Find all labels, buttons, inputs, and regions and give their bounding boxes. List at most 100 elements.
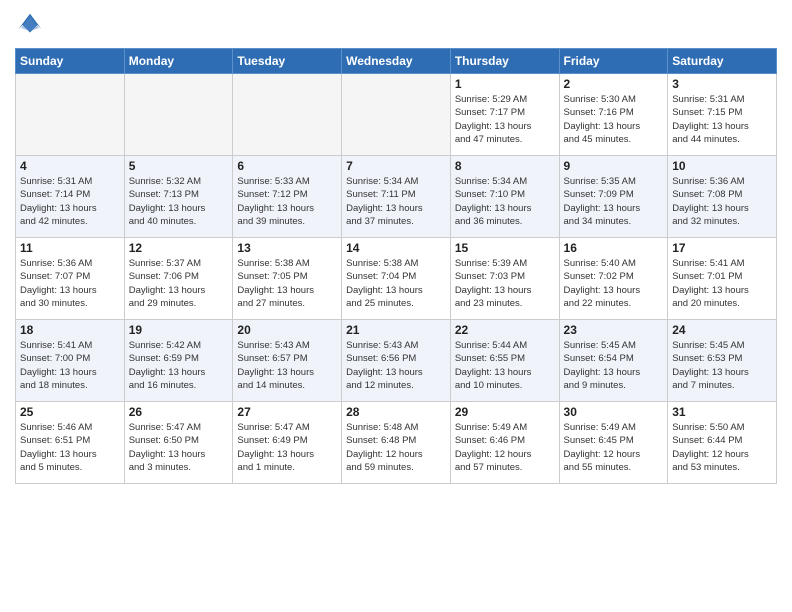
day-number: 14: [346, 241, 446, 255]
day-number: 24: [672, 323, 772, 337]
day-info: Sunrise: 5:41 AM Sunset: 7:00 PM Dayligh…: [20, 339, 120, 392]
day-number: 11: [20, 241, 120, 255]
day-info: Sunrise: 5:44 AM Sunset: 6:55 PM Dayligh…: [455, 339, 555, 392]
day-number: 25: [20, 405, 120, 419]
calendar-cell: [124, 74, 233, 156]
day-number: 8: [455, 159, 555, 173]
calendar-cell: 7Sunrise: 5:34 AM Sunset: 7:11 PM Daylig…: [342, 156, 451, 238]
calendar-cell: 19 Sunrise: 5:42 AM Sunset: 6:59 PM Dayli…: [124, 320, 233, 402]
weekday-header-saturday: Saturday: [668, 49, 777, 74]
day-number: 2: [564, 77, 664, 91]
calendar-cell: 21Sunrise: 5:43 AM Sunset: 6:56 PM Dayli…: [342, 320, 451, 402]
calendar-cell: 27 Sunrise: 5:47 AM Sunset: 6:49 PM Dayli…: [233, 402, 342, 484]
day-number: 20: [237, 323, 337, 337]
week-row-4: 18 Sunrise: 5:41 AM Sunset: 7:00 PM Dayli…: [16, 320, 777, 402]
weekday-header-wednesday: Wednesday: [342, 49, 451, 74]
day-number: 26: [129, 405, 229, 419]
day-number: 22: [455, 323, 555, 337]
weekday-header-tuesday: Tuesday: [233, 49, 342, 74]
calendar-cell: 3 Sunrise: 5:31 AM Sunset: 7:15 PM Daylig…: [668, 74, 777, 156]
calendar: SundayMondayTuesdayWednesdayThursdayFrid…: [15, 48, 777, 484]
day-info: Sunrise: 5:33 AM Sunset: 7:12 PM Dayligh…: [237, 175, 337, 228]
day-number: 18: [20, 323, 120, 337]
day-number: 29: [455, 405, 555, 419]
day-info: Sunrise: 5:45 AM Sunset: 6:53 PM Dayligh…: [672, 339, 772, 392]
calendar-cell: [16, 74, 125, 156]
calendar-cell: 31 Sunrise: 5:50 AM Sunset: 6:44 PM Dayli…: [668, 402, 777, 484]
day-info: Sunrise: 5:47 AM Sunset: 6:50 PM Dayligh…: [129, 421, 229, 474]
week-row-3: 11 Sunrise: 5:36 AM Sunset: 7:07 PM Dayli…: [16, 238, 777, 320]
calendar-cell: 25 Sunrise: 5:46 AM Sunset: 6:51 PM Dayli…: [16, 402, 125, 484]
day-info: Sunrise: 5:36 AM Sunset: 7:08 PM Dayligh…: [672, 175, 772, 228]
day-info: Sunrise: 5:32 AM Sunset: 7:13 PM Dayligh…: [129, 175, 229, 228]
week-row-1: 1 Sunrise: 5:29 AM Sunset: 7:17 PM Daylig…: [16, 74, 777, 156]
calendar-cell: [233, 74, 342, 156]
calendar-cell: 5 Sunrise: 5:32 AM Sunset: 7:13 PM Daylig…: [124, 156, 233, 238]
day-info: Sunrise: 5:36 AM Sunset: 7:07 PM Dayligh…: [20, 257, 120, 310]
day-info: Sunrise: 5:42 AM Sunset: 6:59 PM Dayligh…: [129, 339, 229, 392]
calendar-cell: 6 Sunrise: 5:33 AM Sunset: 7:12 PM Daylig…: [233, 156, 342, 238]
day-info: Sunrise: 5:34 AM Sunset: 7:10 PM Dayligh…: [455, 175, 555, 228]
calendar-cell: 9Sunrise: 5:35 AM Sunset: 7:09 PM Daylig…: [559, 156, 668, 238]
day-info: Sunrise: 5:49 AM Sunset: 6:45 PM Dayligh…: [564, 421, 664, 474]
weekday-header-monday: Monday: [124, 49, 233, 74]
calendar-cell: 18 Sunrise: 5:41 AM Sunset: 7:00 PM Dayli…: [16, 320, 125, 402]
day-info: Sunrise: 5:47 AM Sunset: 6:49 PM Dayligh…: [237, 421, 337, 474]
day-number: 10: [672, 159, 772, 173]
calendar-cell: 15Sunrise: 5:39 AM Sunset: 7:03 PM Dayli…: [450, 238, 559, 320]
day-info: Sunrise: 5:49 AM Sunset: 6:46 PM Dayligh…: [455, 421, 555, 474]
calendar-cell: 12 Sunrise: 5:37 AM Sunset: 7:06 PM Dayli…: [124, 238, 233, 320]
day-info: Sunrise: 5:40 AM Sunset: 7:02 PM Dayligh…: [564, 257, 664, 310]
day-info: Sunrise: 5:48 AM Sunset: 6:48 PM Dayligh…: [346, 421, 446, 474]
calendar-cell: 16 Sunrise: 5:40 AM Sunset: 7:02 PM Dayli…: [559, 238, 668, 320]
day-number: 21: [346, 323, 446, 337]
day-info: Sunrise: 5:41 AM Sunset: 7:01 PM Dayligh…: [672, 257, 772, 310]
calendar-cell: 2 Sunrise: 5:30 AM Sunset: 7:16 PM Daylig…: [559, 74, 668, 156]
day-info: Sunrise: 5:50 AM Sunset: 6:44 PM Dayligh…: [672, 421, 772, 474]
day-number: 30: [564, 405, 664, 419]
calendar-cell: 24 Sunrise: 5:45 AM Sunset: 6:53 PM Dayli…: [668, 320, 777, 402]
day-info: Sunrise: 5:46 AM Sunset: 6:51 PM Dayligh…: [20, 421, 120, 474]
day-info: Sunrise: 5:39 AM Sunset: 7:03 PM Dayligh…: [455, 257, 555, 310]
day-info: Sunrise: 5:29 AM Sunset: 7:17 PM Dayligh…: [455, 93, 555, 146]
day-info: Sunrise: 5:31 AM Sunset: 7:14 PM Dayligh…: [20, 175, 120, 228]
day-number: 19: [129, 323, 229, 337]
day-number: 1: [455, 77, 555, 91]
calendar-cell: 10 Sunrise: 5:36 AM Sunset: 7:08 PM Dayli…: [668, 156, 777, 238]
day-number: 4: [20, 159, 120, 173]
day-info: Sunrise: 5:31 AM Sunset: 7:15 PM Dayligh…: [672, 93, 772, 146]
day-info: Sunrise: 5:38 AM Sunset: 7:05 PM Dayligh…: [237, 257, 337, 310]
day-info: Sunrise: 5:43 AM Sunset: 6:57 PM Dayligh…: [237, 339, 337, 392]
calendar-cell: 8 Sunrise: 5:34 AM Sunset: 7:10 PM Daylig…: [450, 156, 559, 238]
calendar-cell: 17 Sunrise: 5:41 AM Sunset: 7:01 PM Dayli…: [668, 238, 777, 320]
calendar-cell: 1 Sunrise: 5:29 AM Sunset: 7:17 PM Daylig…: [450, 74, 559, 156]
day-number: 6: [237, 159, 337, 173]
day-info: Sunrise: 5:45 AM Sunset: 6:54 PM Dayligh…: [564, 339, 664, 392]
day-info: Sunrise: 5:30 AM Sunset: 7:16 PM Dayligh…: [564, 93, 664, 146]
calendar-cell: 22 Sunrise: 5:44 AM Sunset: 6:55 PM Dayli…: [450, 320, 559, 402]
day-number: 16: [564, 241, 664, 255]
calendar-cell: [342, 74, 451, 156]
week-row-5: 25 Sunrise: 5:46 AM Sunset: 6:51 PM Dayli…: [16, 402, 777, 484]
calendar-cell: 28 Sunrise: 5:48 AM Sunset: 6:48 PM Dayli…: [342, 402, 451, 484]
day-info: Sunrise: 5:37 AM Sunset: 7:06 PM Dayligh…: [129, 257, 229, 310]
day-number: 5: [129, 159, 229, 173]
day-number: 17: [672, 241, 772, 255]
day-info: Sunrise: 5:35 AM Sunset: 7:09 PM Dayligh…: [564, 175, 664, 228]
weekday-header-sunday: Sunday: [16, 49, 125, 74]
calendar-cell: 20 Sunrise: 5:43 AM Sunset: 6:57 PM Dayli…: [233, 320, 342, 402]
calendar-cell: 14 Sunrise: 5:38 AM Sunset: 7:04 PM Dayli…: [342, 238, 451, 320]
day-number: 27: [237, 405, 337, 419]
day-number: 28: [346, 405, 446, 419]
page: SundayMondayTuesdayWednesdayThursdayFrid…: [0, 0, 792, 612]
calendar-cell: 29 Sunrise: 5:49 AM Sunset: 6:46 PM Dayli…: [450, 402, 559, 484]
day-info: Sunrise: 5:38 AM Sunset: 7:04 PM Dayligh…: [346, 257, 446, 310]
header: [15, 10, 777, 40]
calendar-cell: 23Sunrise: 5:45 AM Sunset: 6:54 PM Dayli…: [559, 320, 668, 402]
day-number: 3: [672, 77, 772, 91]
day-number: 12: [129, 241, 229, 255]
week-row-2: 4 Sunrise: 5:31 AM Sunset: 7:14 PM Daylig…: [16, 156, 777, 238]
day-number: 13: [237, 241, 337, 255]
logo: [15, 10, 49, 40]
day-number: 31: [672, 405, 772, 419]
